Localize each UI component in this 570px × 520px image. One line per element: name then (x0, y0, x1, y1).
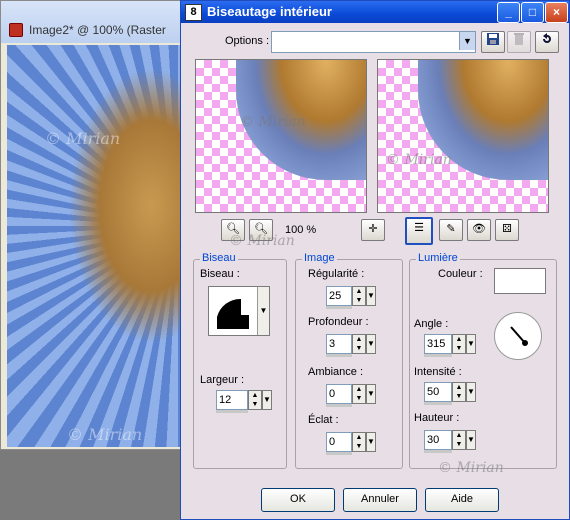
shine-label: Éclat : (308, 414, 339, 426)
regularity-slider[interactable] (326, 306, 352, 309)
depth-slider[interactable] (326, 354, 352, 357)
cancel-button[interactable]: Annuler (343, 488, 417, 512)
close-button[interactable]: × (545, 2, 568, 23)
ambience-dropdown[interactable]: ▼ (366, 384, 376, 404)
intensity-spin-arrows[interactable]: ▲ ▼ (452, 382, 466, 402)
width-dropdown[interactable]: ▼ (262, 390, 272, 410)
dialog-app-icon: 8 (185, 4, 202, 21)
height-label: Hauteur : (414, 412, 460, 424)
depth-dropdown[interactable]: ▼ (366, 334, 376, 354)
watermark: © Mirian (386, 152, 452, 168)
image-group: Image Régularité : 25 ▲ ▼ ▼ Profondeur : … (295, 252, 403, 469)
watermark: © Mirian (229, 233, 295, 249)
shine-spin-arrows[interactable]: ▲ ▼ (352, 432, 366, 452)
watermark: © Mirian (45, 129, 121, 148)
depth-spin-arrows[interactable]: ▲ ▼ (352, 334, 366, 354)
light-group: Lumière Couleur : Angle : 315 ▲ ▼ ▼ Inten… (409, 252, 557, 476)
bevel-group: Biseau Biseau : ▼ Largeur : 12 ▲ ▼ ▼ (193, 252, 287, 469)
ambience-input[interactable]: 0 (326, 384, 352, 404)
light-group-title: Lumière (416, 252, 460, 264)
shine-slider[interactable] (326, 452, 352, 455)
regularity-spin-arrows[interactable]: ▲ ▼ (352, 286, 366, 306)
delete-preset-button[interactable] (507, 31, 531, 53)
image-group-title: Image (302, 252, 337, 264)
width-spin-arrows[interactable]: ▲ ▼ (248, 390, 262, 410)
ambience-slider[interactable] (326, 404, 352, 407)
image-window-title: Image2* @ 100% (Raster (29, 23, 166, 37)
height-spin-arrows[interactable]: ▲ ▼ (452, 430, 466, 450)
randomize-button[interactable]: ⚄ (495, 219, 519, 241)
eyedropper-icon: ✎ (446, 223, 456, 235)
maximize-button[interactable]: □ (521, 2, 544, 23)
ambience-label: Ambiance : (308, 366, 364, 378)
eye-icon: 👁︎ (472, 223, 486, 235)
angle-input[interactable]: 315 (424, 334, 452, 354)
bevel-group-title: Biseau (200, 252, 238, 264)
height-input[interactable]: 30 (424, 430, 452, 450)
ambience-spin-arrows[interactable]: ▲ ▼ (352, 384, 366, 404)
watermark: © Mirian (67, 425, 143, 444)
options-label: Options : (225, 35, 270, 47)
image-window: Image2* @ 100% (Raster © Mirian © Mirian (0, 0, 191, 450)
shine-dropdown[interactable]: ▼ (366, 432, 376, 452)
reset-button[interactable] (535, 31, 559, 53)
intensity-dropdown[interactable]: ▼ (466, 382, 476, 402)
color-label: Couleur : (438, 268, 483, 280)
pan-button[interactable]: ✛ (361, 219, 385, 241)
options-dropdown[interactable]: ▼ (271, 31, 476, 53)
width-input[interactable]: 12 (216, 390, 248, 410)
help-button[interactable]: Aide (425, 488, 499, 512)
width-slider[interactable] (216, 410, 248, 413)
bevel-shape-picker[interactable]: ▼ (208, 286, 270, 336)
reset-arrow-icon (543, 33, 551, 43)
eyedropper-button[interactable]: ✎ (439, 219, 463, 241)
minimize-button[interactable]: _ (497, 2, 520, 23)
angle-label: Angle : (414, 318, 449, 330)
move-cross-icon: ✛ (368, 223, 378, 235)
intensity-input[interactable]: 50 (424, 382, 452, 402)
angle-spin-arrows[interactable]: ▲ ▼ (452, 334, 466, 354)
regularity-input[interactable]: 25 (326, 286, 352, 306)
app-icon (9, 23, 23, 37)
dialog-title: Biseautage intérieur (207, 4, 332, 19)
list-icon: ☰ (414, 222, 424, 234)
show-preview-button[interactable]: 👁︎ (467, 219, 491, 241)
dialog-titlebar[interactable]: 8 Biseautage intérieur _ □ × (181, 1, 569, 23)
intensity-slider[interactable] (424, 402, 452, 405)
dial-needle-icon (510, 326, 528, 346)
image-canvas[interactable]: © Mirian © Mirian (7, 45, 187, 447)
angle-dial[interactable] (494, 312, 542, 360)
depth-label: Profondeur : (308, 316, 369, 328)
watermark: © Mirian (240, 114, 306, 130)
height-dropdown[interactable]: ▼ (466, 430, 476, 450)
chevron-down-icon[interactable]: ▼ (459, 32, 475, 50)
regularity-dropdown[interactable]: ▼ (366, 286, 376, 306)
intensity-label: Intensité : (414, 366, 462, 378)
original-preview[interactable]: © Mirian (195, 59, 367, 213)
watermark: © Mirian (438, 460, 504, 476)
save-preset-button[interactable] (481, 31, 505, 53)
regularity-label: Régularité : (308, 268, 365, 280)
trash-icon (514, 33, 524, 45)
bevel-dialog: 8 Biseautage intérieur _ □ × Options : ▼… (180, 0, 570, 520)
angle-dropdown[interactable]: ▼ (466, 334, 476, 354)
ok-button[interactable]: OK (261, 488, 335, 512)
chevron-down-icon[interactable]: ▼ (257, 287, 269, 335)
light-color-swatch[interactable] (494, 268, 546, 294)
bevel-label: Biseau : (200, 268, 240, 280)
height-slider[interactable] (424, 450, 452, 453)
shine-input[interactable]: 0 (326, 432, 352, 452)
toggle-preview-button[interactable]: ☰ (405, 217, 433, 245)
depth-input[interactable]: 3 (326, 334, 352, 354)
width-label: Largeur : (200, 374, 245, 386)
bevel-shape-icon (217, 298, 249, 329)
floppy-icon (487, 33, 499, 45)
angle-slider[interactable] (424, 354, 452, 357)
dice-icon: ⚄ (502, 223, 512, 235)
result-preview[interactable]: © Mirian (377, 59, 549, 213)
image-window-titlebar[interactable]: Image2* @ 100% (Raster (1, 1, 191, 43)
